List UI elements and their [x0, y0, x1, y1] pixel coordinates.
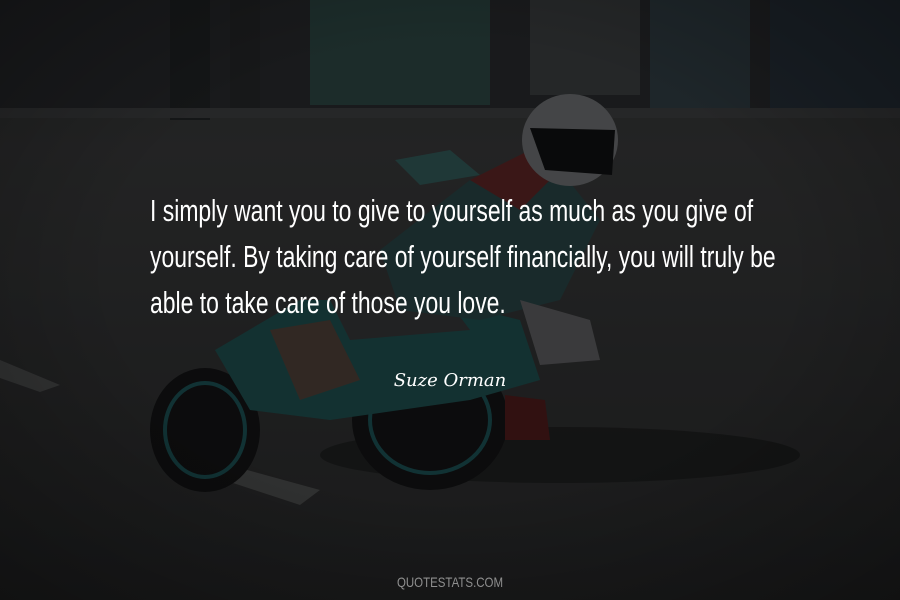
site-watermark: QUOTESTATS.COM: [396, 574, 504, 590]
quote-line: yourself. By taking care of yourself fin…: [150, 239, 776, 274]
quote-card: I simply want you to give to yourself as…: [0, 0, 900, 600]
quote-author: Suze Orman: [393, 370, 507, 391]
quote-line: able to take care of those you love.: [150, 285, 506, 320]
quote-text: I simply want you to give to yourself as…: [150, 188, 776, 326]
quote-line: I simply want you to give to yourself as…: [150, 193, 754, 228]
